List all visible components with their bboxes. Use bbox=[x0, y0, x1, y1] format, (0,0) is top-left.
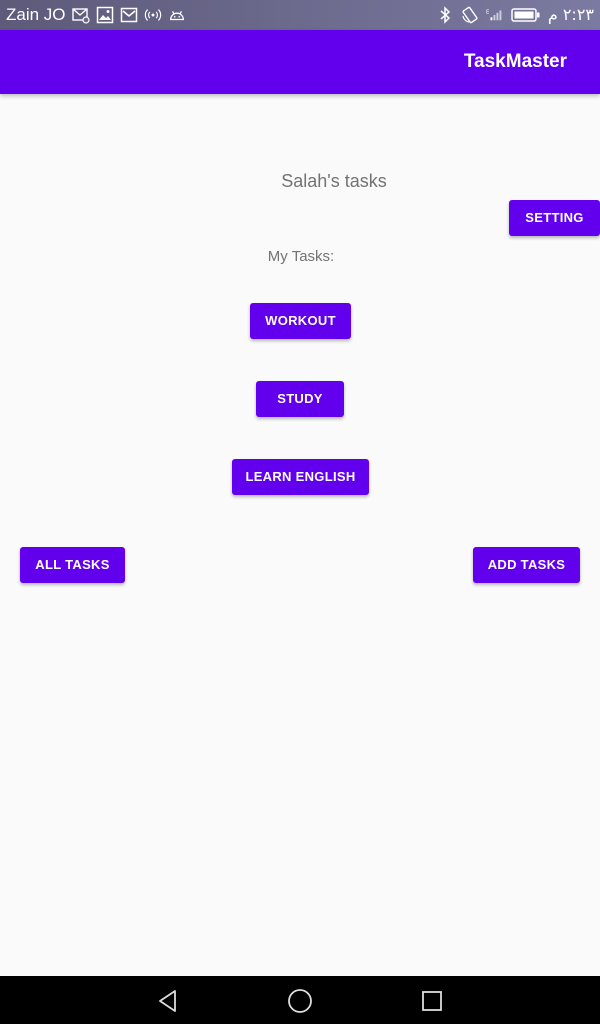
add-tasks-button[interactable]: ADD TASKS bbox=[473, 547, 580, 583]
app-title: TaskMaster bbox=[463, 51, 567, 72]
image-icon bbox=[96, 6, 114, 24]
my-tasks-label: My Tasks: bbox=[267, 248, 335, 265]
bluetooth-icon bbox=[436, 6, 454, 24]
all-tasks-button[interactable]: ALL TASKS bbox=[20, 547, 125, 583]
rotation-lock-icon bbox=[461, 6, 479, 24]
app-bar: TaskMaster bbox=[0, 30, 600, 94]
gmail-icon bbox=[120, 6, 138, 24]
navigation-bar bbox=[0, 976, 600, 1024]
hotspot-icon bbox=[144, 6, 162, 24]
signal-icon: E bbox=[486, 6, 504, 24]
system-icons: E ٢:٢٣ م bbox=[436, 4, 594, 26]
battery-icon bbox=[511, 6, 541, 24]
recents-icon[interactable] bbox=[419, 988, 445, 1014]
svg-text:E: E bbox=[486, 10, 489, 16]
mail-settings-icon bbox=[72, 6, 90, 24]
notification-icons bbox=[72, 4, 186, 26]
task-button-workout[interactable]: WORKOUT bbox=[250, 303, 351, 339]
status-clock: ٢:٢٣ م bbox=[547, 5, 594, 24]
back-icon[interactable] bbox=[155, 988, 181, 1014]
home-icon[interactable] bbox=[287, 988, 313, 1014]
task-button-study[interactable]: STUDY bbox=[256, 381, 344, 417]
setting-button[interactable]: SETTING bbox=[509, 200, 600, 236]
carrier-name: Zain JO bbox=[6, 5, 66, 24]
status-bar: Zain JO E ٢:٢٣ م bbox=[0, 0, 600, 30]
task-button-learn-english[interactable]: LEARN ENGLISH bbox=[232, 459, 369, 495]
user-tasks-heading: Salah's tasks bbox=[281, 171, 387, 191]
android-icon bbox=[168, 6, 186, 24]
screen: Zain JO E ٢:٢٣ م TaskMaster Salah's task… bbox=[0, 0, 600, 1024]
